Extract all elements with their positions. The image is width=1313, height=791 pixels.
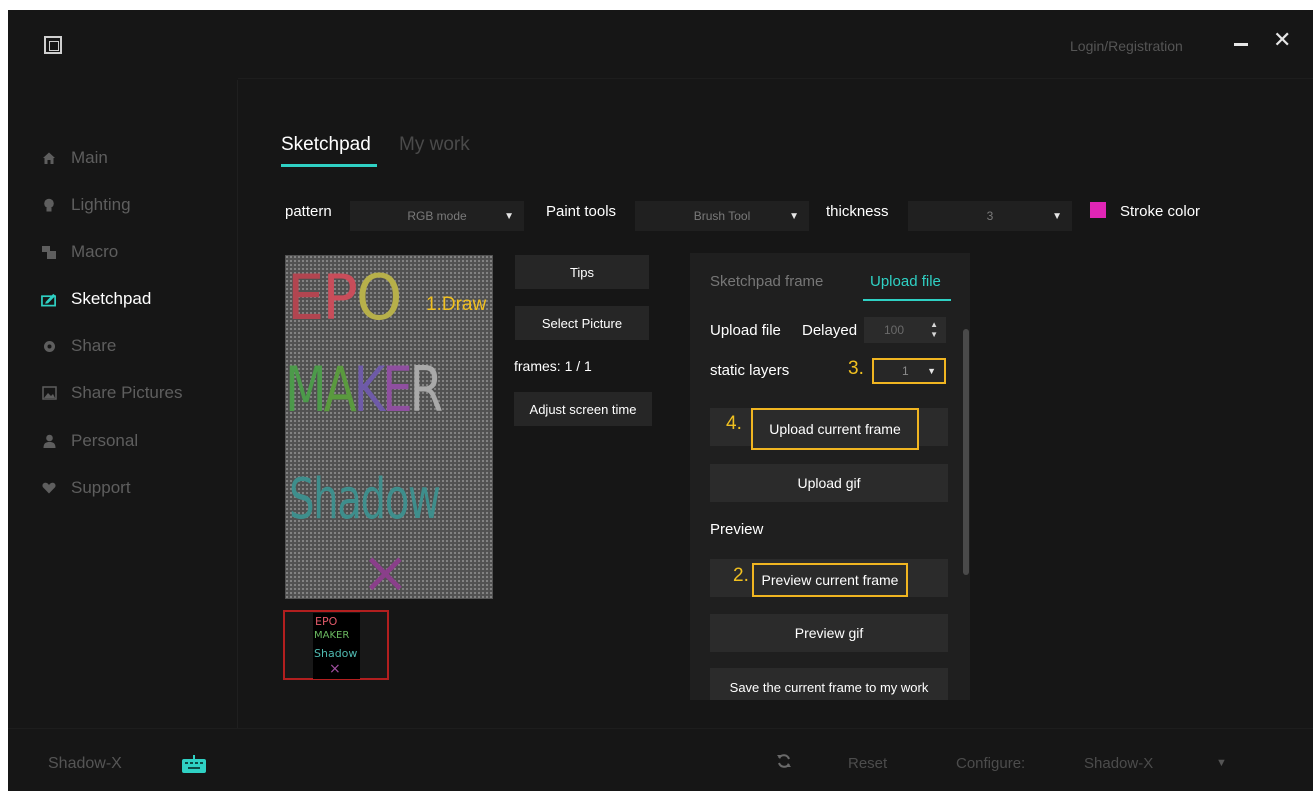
footer-divider [8,728,1313,729]
annotation-draw: 1.Draw [426,294,487,315]
sketchpad-icon [41,291,57,307]
chevron-down-icon[interactable]: ▼ [1216,757,1227,769]
frame-thumbnail[interactable]: EPO MAKER Shadow × [283,610,389,680]
heart-icon [41,480,57,496]
delayed-label: Delayed [802,322,858,339]
sidebar-item-share-pictures[interactable]: Share Pictures [41,381,183,405]
picture-icon [41,385,57,401]
sidebar-item-sketchpad[interactable]: Sketchpad [41,287,151,311]
adjust-screen-time-button[interactable]: Adjust screen time [514,392,652,426]
annotation-step-4: 4. [726,413,742,434]
pattern-dropdown[interactable]: RGB mode ▼ [350,201,524,231]
configure-label: Configure: [956,755,1026,772]
tab-upload-file[interactable]: Upload file [870,273,941,290]
chevron-down-icon: ▼ [504,211,514,222]
chevron-down-icon: ▼ [927,366,936,376]
keyboard-icon[interactable] [182,755,206,773]
canvas-text-maker: MAKER [285,353,443,426]
thickness-label: thickness [826,203,889,220]
tab-upload-file-underline [863,299,951,301]
share-icon [41,338,57,354]
sidebar-item-label: Support [71,478,131,497]
canvas-text-x: × [361,538,410,599]
static-layers-label: static layers [710,362,790,379]
thumb-text-epo: EPO [315,615,338,628]
stroke-color-label[interactable]: Stroke color [1120,203,1200,220]
delay-value: 100 [884,323,905,337]
tab-sketchpad-frame[interactable]: Sketchpad frame [710,273,823,290]
canvas-text-epo: EPO [287,261,402,334]
tab-sketchpad[interactable]: Sketchpad [281,134,371,156]
stroke-color-swatch[interactable] [1090,202,1106,218]
tab-my-work[interactable]: My work [399,134,470,156]
preview-label: Preview [710,521,764,538]
sidebar: Main Lighting Macro Sketchpad Share Shar… [8,80,238,728]
preview-current-frame-button[interactable]: Preview current frame [752,563,908,597]
tab-sketchpad-underline [281,164,377,167]
canvas-text-shadow: Shadow [289,467,441,532]
paint-tools-dropdown[interactable]: Brush Tool ▼ [635,201,809,231]
thumb-text-shadow: Shadow [314,647,358,660]
header-divider [238,78,1313,79]
static-layers-dropdown[interactable]: 1 ▼ [872,358,946,384]
sidebar-item-label: Personal [71,431,139,450]
login-registration-link[interactable]: Login/Registration [1070,38,1183,54]
app-window: Login/Registration ✕ Main Lighting Macro [8,10,1313,791]
sidebar-item-macro[interactable]: Macro [41,240,118,264]
thumb-text-maker: MAKER [314,630,350,641]
sidebar-item-label: Lighting [71,195,131,214]
sidebar-item-label: Sketchpad [71,289,152,308]
save-frame-button[interactable]: Save the current frame to my work [710,668,948,700]
thumb-text-x: × [329,661,341,677]
sidebar-item-label: Macro [71,242,119,261]
device-name: Shadow-X [48,755,122,772]
delay-input[interactable]: 100 ▲ ▼ [864,317,946,343]
macro-icon [41,244,57,260]
pattern-label: pattern [285,203,332,220]
frames-counter: frames: 1 / 1 [514,358,592,374]
select-picture-button[interactable]: Select Picture [515,306,649,340]
sidebar-item-label: Main [71,148,108,167]
sidebar-item-share[interactable]: Share [41,334,116,358]
app-logo-icon [44,36,62,54]
chevron-down-icon: ▼ [789,211,799,222]
upload-gif-button[interactable]: Upload gif [710,464,948,502]
annotation-step-2: 2. [733,565,749,586]
panel-scrollbar[interactable] [963,329,969,575]
annotation-step-3: 3. [848,358,864,379]
close-icon[interactable]: ✕ [1273,29,1291,51]
refresh-icon[interactable] [776,753,792,774]
frame-thumbnail-preview: EPO MAKER Shadow × [313,613,360,679]
sidebar-item-main[interactable]: Main [41,146,108,170]
tips-button[interactable]: Tips [515,255,649,289]
static-layers-value: 1 [902,364,909,378]
home-icon [41,150,57,166]
upload-file-label: Upload file [710,322,781,339]
thickness-dropdown[interactable]: 3 ▼ [908,201,1072,231]
sidebar-item-personal[interactable]: Personal [41,429,138,453]
sidebar-item-label: Share [71,336,117,355]
person-icon [41,433,57,449]
sidebar-item-lighting[interactable]: Lighting [41,193,131,217]
upload-current-frame-button[interactable]: Upload current frame [751,408,919,450]
upload-panel: Sketchpad frame Upload file Upload file … [690,253,970,700]
minimize-icon[interactable] [1234,43,1248,46]
paint-tools-value: Brush Tool [693,209,751,223]
pattern-value: RGB mode [407,209,467,223]
configure-value[interactable]: Shadow-X [1084,755,1153,772]
sidebar-item-support[interactable]: Support [41,476,131,500]
thickness-value: 3 [986,209,994,223]
paint-tools-label: Paint tools [546,203,617,220]
reset-button[interactable]: Reset [848,755,887,772]
sidebar-item-label: Share Pictures [71,383,183,402]
stepper-icon[interactable]: ▲ ▼ [930,320,938,340]
chevron-down-icon: ▼ [1052,211,1062,222]
bulb-icon [41,197,57,213]
preview-gif-button[interactable]: Preview gif [710,614,948,652]
